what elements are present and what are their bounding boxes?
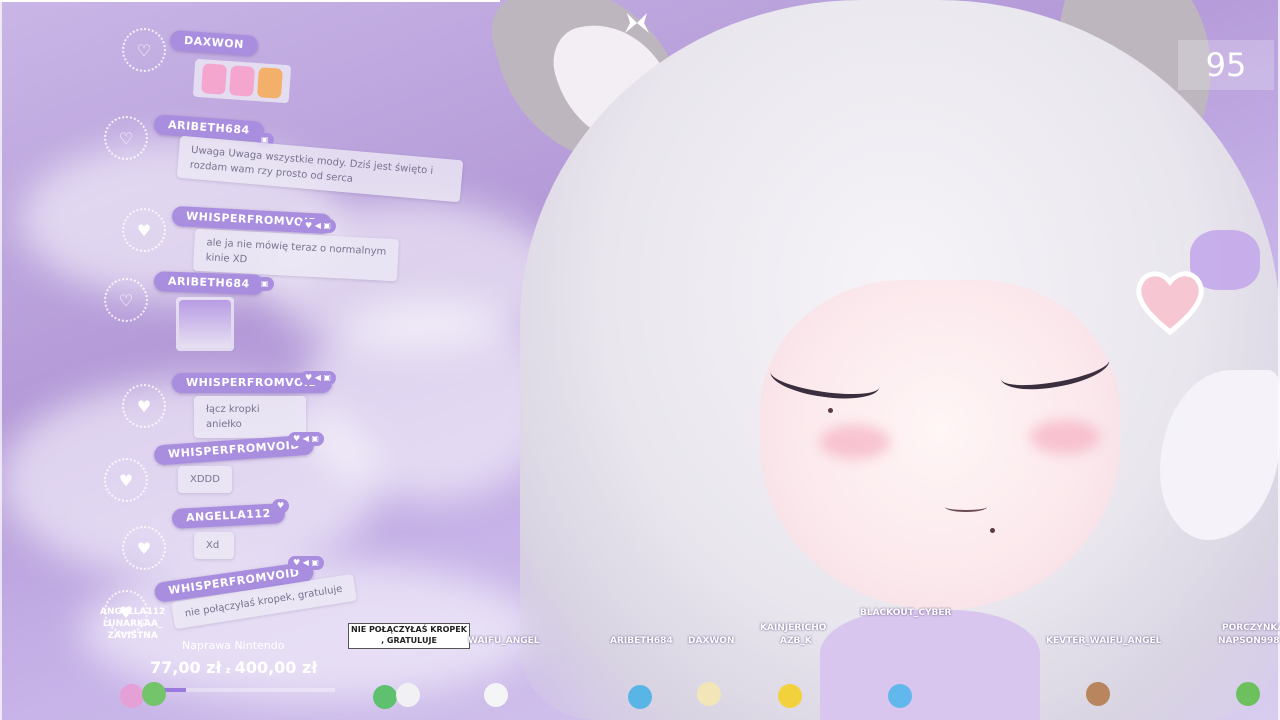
- mouth: [945, 502, 987, 512]
- crowd-avatar: [1236, 682, 1260, 706]
- chat-username[interactable]: DAXWON: [169, 29, 259, 57]
- user-badge: ♥ ◀ ▣: [288, 432, 324, 446]
- crowd-name: WAIFU_ANGEL: [468, 636, 540, 646]
- crowd-avatar: [120, 684, 144, 708]
- chat-text: Xd: [194, 532, 234, 559]
- crowd-avatar: [628, 685, 652, 709]
- goal-amount: 77,00 zł z 400,00 zł: [150, 658, 317, 677]
- crowd-name: BLACKOUT_CYBER: [860, 608, 952, 618]
- goal-current: 77,00 zł: [150, 658, 222, 677]
- goal-target: 400,00 zł: [234, 658, 318, 677]
- user-badge: ▣: [256, 277, 274, 291]
- goal-supporters: ANGELLA112 LUNARKAA_ ZAVISTNA: [100, 606, 165, 642]
- crowd-avatar: [142, 682, 166, 706]
- crowd-avatar: [778, 684, 802, 708]
- crowd-name: ARIBETH684: [610, 636, 673, 646]
- viewer-count: 95: [1178, 40, 1274, 90]
- chat-text: XDDD: [178, 466, 232, 493]
- heart-icon: ♥: [104, 458, 148, 502]
- right-blush: [1030, 420, 1100, 454]
- crowd-avatar: [888, 684, 912, 708]
- supporter-name: ZAVISTNA: [107, 631, 158, 641]
- emote-list: [192, 58, 292, 104]
- emote: [228, 65, 256, 97]
- user-badge: ♥ ◀ ▣: [300, 219, 336, 233]
- character-collar: [820, 610, 1040, 720]
- lip-mole: [990, 528, 995, 533]
- butterfly-icon: [625, 13, 649, 33]
- heart-icon: ♥: [122, 526, 166, 570]
- crowd-avatar: [484, 683, 508, 707]
- chat-overlay: ♡ DAXWON ♡ ARIBETH684 ▣ Uwaga Uwaga wszy…: [0, 0, 520, 640]
- crowd-name: KAINJERICHO: [760, 623, 827, 633]
- chat-username[interactable]: ANGELLA112: [171, 503, 286, 529]
- speech-note: NIE POŁĄCZYŁAŚ KROPEK , GRATULUJE: [348, 623, 470, 649]
- crowd-avatar: [373, 685, 397, 709]
- crowd-name: PORCZYNKA: [1222, 623, 1280, 633]
- heart-icon: ♥: [122, 384, 166, 428]
- heart-icon: ♡: [104, 278, 148, 322]
- goal-separator: z: [225, 666, 231, 676]
- heart-icon: [1136, 271, 1204, 336]
- stream-frame: 95 ♡ DAXWON ♡ ARIBETH684 ▣ Uwaga Uwaga w…: [0, 0, 1280, 720]
- sticker-image: [179, 300, 231, 348]
- supporter-name: ANGELLA112: [100, 607, 166, 617]
- emote: [256, 67, 283, 99]
- face-mole: [828, 408, 833, 413]
- goal-title: Naprawa Nintendo: [182, 639, 285, 652]
- user-badge: ♥ ◀ ▣: [288, 556, 324, 570]
- chat-text: łącz kropki aniełko: [194, 396, 306, 438]
- crowd-avatar: [396, 683, 420, 707]
- goal-progress-bar: [150, 688, 335, 692]
- heart-icon: ♥: [122, 208, 166, 252]
- chat-username[interactable]: ARIBETH684: [153, 271, 264, 295]
- crowd-name: DAXWON: [688, 636, 735, 646]
- chat-text: Uwaga Uwaga wszystkie mody. Dziś jest św…: [176, 135, 464, 203]
- crowd-name: AZB_K: [780, 636, 812, 646]
- heart-icon: ♡: [104, 116, 148, 160]
- supporter-name: LUNARKAA_: [102, 619, 163, 629]
- heart-icon: ♡: [122, 28, 166, 72]
- crowd-avatar: [1086, 682, 1110, 706]
- emote: [201, 63, 228, 95]
- crowd-avatar: [697, 682, 721, 706]
- user-badge: ♥ ◀ ▣: [300, 371, 336, 385]
- sticker: [176, 297, 234, 351]
- crowd-name: KEVTER_WAIFU_ANGEL: [1046, 636, 1162, 646]
- user-badge: ♥: [272, 499, 290, 513]
- left-blush: [820, 425, 890, 459]
- crowd-name: NAPSON998: [1218, 636, 1280, 646]
